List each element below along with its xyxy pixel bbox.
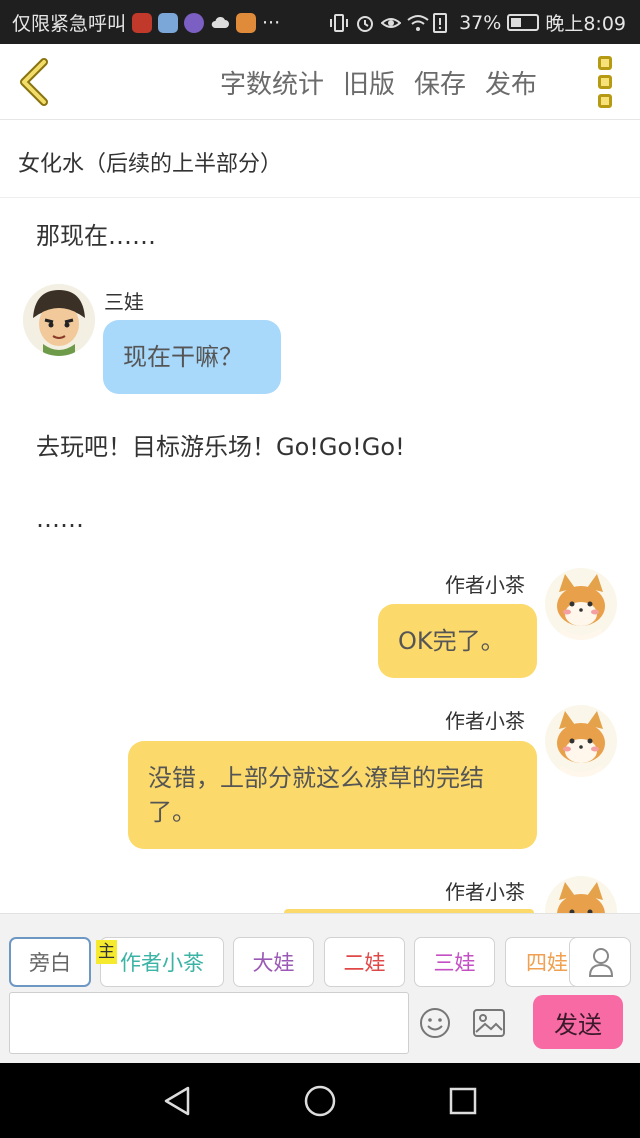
speaker-name: 三娃 [104, 290, 144, 314]
more-menu-button[interactable] [594, 56, 616, 108]
sanwa-avatar[interactable] [23, 284, 95, 356]
shiba-dog-avatar-icon [545, 568, 617, 640]
insert-image-button[interactable] [472, 1008, 506, 1038]
carrier-text: 仅限紧急呼叫 [12, 13, 127, 35]
vibrate-icon [329, 13, 349, 33]
character-chip-label: 作者小茶 [120, 951, 204, 975]
video-notification-icon [236, 12, 257, 33]
narration-text: 那现在…… [36, 222, 156, 250]
nav-recents-icon[interactable] [448, 1086, 478, 1116]
gourd-boy-avatar-icon [23, 284, 95, 356]
chevron-left-icon [20, 58, 48, 106]
eye-comfort-icon [380, 13, 402, 33]
old-version-button[interactable]: 旧版 [343, 64, 395, 101]
word-count-button[interactable]: 字数统计 [220, 64, 324, 101]
author-avatar[interactable] [545, 568, 617, 640]
shiba-dog-avatar-icon [545, 876, 617, 913]
nav-back-icon[interactable] [162, 1085, 192, 1117]
send-button[interactable]: 发送 [533, 995, 623, 1049]
speaker-name: 作者小茶 [445, 880, 525, 904]
save-button[interactable]: 保存 [414, 64, 466, 101]
character-chip-sanwa[interactable]: 三娃 [414, 937, 495, 987]
person-icon [588, 948, 614, 977]
character-chip-dawa[interactable]: 大娃 [233, 937, 314, 987]
status-bar: 仅限紧急呼叫 ··· 37% 晚上8:09 [0, 0, 640, 44]
message-bubble[interactable]: 没错，上部分就这么潦草的完结了。 [128, 741, 537, 849]
shiba-dog-avatar-icon [545, 705, 617, 777]
message-bubble[interactable]: OK完了。 [378, 604, 537, 678]
alarm-icon [355, 13, 375, 33]
author-avatar[interactable] [545, 705, 617, 777]
author-avatar[interactable] [545, 876, 617, 913]
character-chip-label: 四娃 [526, 951, 568, 975]
character-chip-label: 二娃 [343, 951, 386, 975]
clock: 晚上8:09 [545, 13, 626, 35]
more-notifications-icon: ··· [262, 11, 281, 34]
image-icon [473, 1009, 505, 1037]
character-chip-author[interactable]: 作者小茶 [100, 937, 224, 987]
owner-tag-badge: 主 [96, 940, 117, 964]
character-chip-label: 旁白 [29, 951, 71, 975]
message-input[interactable] [9, 992, 409, 1054]
battery-icon [507, 14, 540, 31]
smiley-icon [420, 1008, 450, 1038]
speaker-name: 作者小茶 [445, 573, 525, 597]
narration-text: …… [36, 505, 84, 533]
character-chip-erwa[interactable]: 二娃 [324, 937, 405, 987]
character-chip-narrator[interactable]: 旁白 [9, 937, 91, 987]
speaker-name: 作者小茶 [445, 709, 525, 733]
character-chip-label: 大娃 [252, 951, 295, 975]
system-nav-bar [0, 1063, 640, 1138]
nav-home-icon[interactable] [303, 1084, 337, 1118]
battery-percent: 37% [459, 11, 502, 34]
more-dot-icon [598, 56, 612, 70]
character-chip-label: 三娃 [433, 951, 476, 975]
composer-panel: 旁白 作者小茶 主 大娃 二娃 三娃 四娃 发送 [0, 913, 640, 1063]
story-title: 女化水（后续的上半部分） [0, 120, 640, 198]
editor-toolbar: 字数统计 旧版 保存 发布 [0, 44, 640, 120]
publish-button[interactable]: 发布 [485, 64, 537, 101]
manage-characters-button[interactable] [569, 937, 631, 987]
browser-notification-icon [158, 12, 179, 33]
message-bubble[interactable]: 现在干嘛？ [103, 320, 281, 394]
app-notification-icon [132, 12, 153, 33]
more-dot-icon [598, 75, 612, 89]
more-dot-icon [598, 94, 612, 108]
back-button[interactable] [14, 58, 54, 106]
chat-notification-icon [184, 12, 205, 33]
cloud-icon [210, 13, 230, 33]
narration-text: 去玩吧！目标游乐场！Go!Go!Go! [36, 433, 405, 461]
signal-alert-icon [433, 12, 453, 33]
emoji-button[interactable] [419, 1007, 451, 1039]
wifi-icon [407, 13, 429, 33]
